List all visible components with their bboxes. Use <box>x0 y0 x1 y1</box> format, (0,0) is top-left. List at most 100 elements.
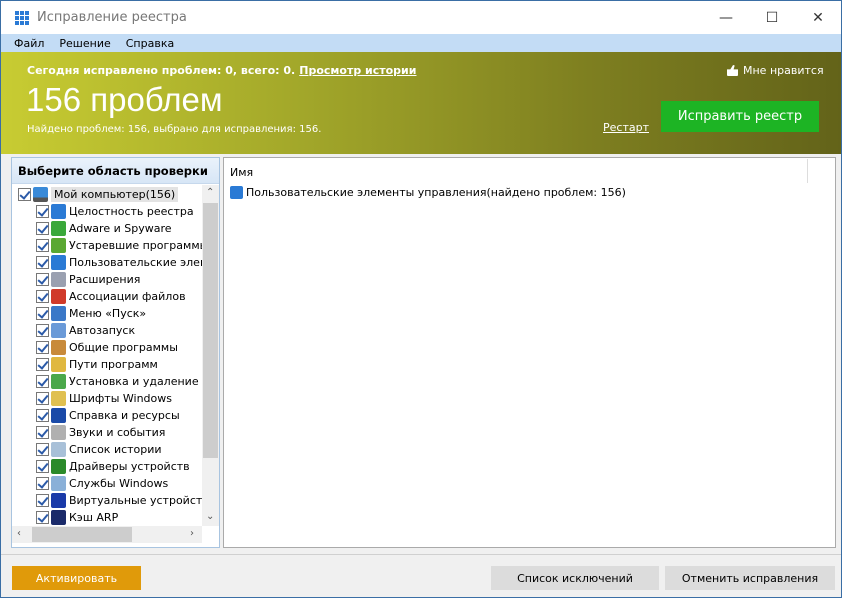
letter-a-icon <box>51 289 66 304</box>
document-icon <box>51 272 66 287</box>
restart-link[interactable]: Рестарт <box>603 121 649 134</box>
checkbox[interactable] <box>36 324 49 337</box>
like-button[interactable]: Мне нравится <box>727 64 824 77</box>
problem-summary: Найдено проблем: 156, выбрано для исправ… <box>27 124 322 135</box>
tree-item[interactable]: Расширения <box>36 271 140 288</box>
scan-area-panel: Выберите область проверки Мой компьютер(… <box>11 157 220 548</box>
help-icon <box>51 408 66 423</box>
tree-item-label: Шрифты Windows <box>69 392 172 405</box>
trash-icon <box>51 238 66 253</box>
tree-item[interactable]: Устаревшие программы <box>36 237 202 254</box>
start-menu-icon <box>51 306 66 321</box>
tree-item-label: Пользовательские элементы управления <box>69 256 202 269</box>
minimize-button[interactable]: — <box>703 1 749 34</box>
tree-item[interactable]: Службы Windows <box>36 475 168 492</box>
tree-item-label: Меню «Пуск» <box>69 307 147 320</box>
history-link[interactable]: Просмотр истории <box>299 64 416 77</box>
tree-item[interactable]: Автозапуск <box>36 322 135 339</box>
tree-item[interactable]: Меню «Пуск» <box>36 305 146 322</box>
tree-item-label: Драйверы устройств <box>69 460 190 473</box>
activate-button[interactable]: Активировать <box>12 566 141 590</box>
vertical-scrollbar[interactable]: ⌃ ⌄ <box>202 185 219 526</box>
checkbox[interactable] <box>36 443 49 456</box>
tree-item[interactable]: Ассоциации файлов <box>36 288 186 305</box>
menu-help[interactable]: Справка <box>126 37 174 50</box>
tree-item[interactable]: Справка и ресурсы <box>36 407 180 424</box>
column-divider[interactable] <box>807 159 808 183</box>
history-icon <box>51 442 66 457</box>
scroll-thumb[interactable] <box>203 203 218 458</box>
checkbox[interactable] <box>36 358 49 371</box>
checkbox[interactable] <box>36 273 49 286</box>
recycle-icon <box>51 374 66 389</box>
result-item-label: Пользовательские элементы управления(най… <box>246 186 626 199</box>
tree-item[interactable]: Установка и удаление программ <box>36 373 202 390</box>
tree-item-label: Adware и Spyware <box>69 222 172 235</box>
exclusions-button[interactable]: Список исключений <box>491 566 659 590</box>
checkbox[interactable] <box>18 188 31 201</box>
tree-item[interactable]: Звуки и события <box>36 424 165 441</box>
problem-count: 156 проблем <box>26 81 223 118</box>
undo-fixes-button[interactable]: Отменить исправления <box>665 566 835 590</box>
driver-icon <box>51 459 66 474</box>
tree-root[interactable]: Мой компьютер(156) <box>18 186 179 203</box>
tree-item-label: Службы Windows <box>69 477 169 490</box>
checkbox[interactable] <box>36 460 49 473</box>
controls-icon <box>51 255 66 270</box>
column-header-name[interactable]: Имя <box>230 166 253 179</box>
fonts-folder-icon <box>51 391 66 406</box>
controls-icon <box>230 186 243 199</box>
shield-icon <box>51 221 66 236</box>
checkbox[interactable] <box>36 426 49 439</box>
tree-item[interactable]: Виртуальные устройства <box>36 492 202 509</box>
checkbox[interactable] <box>36 341 49 354</box>
checkbox[interactable] <box>36 205 49 218</box>
autorun-icon <box>51 323 66 338</box>
fix-registry-button[interactable]: Исправить реестр <box>661 101 819 132</box>
tree-item[interactable]: Драйверы устройств <box>36 458 190 475</box>
tree-item-label: Расширения <box>69 273 141 286</box>
tree-item[interactable]: Пути программ <box>36 356 158 373</box>
checkbox[interactable] <box>36 239 49 252</box>
tree-item[interactable]: Общие программы <box>36 339 178 356</box>
today-stats: Сегодня исправлено проблем: 0, всего: 0.… <box>27 64 416 77</box>
tree-item-label: Звуки и события <box>69 426 166 439</box>
checkbox[interactable] <box>36 307 49 320</box>
scroll-thumb[interactable] <box>32 527 132 542</box>
menu-file[interactable]: Файл <box>14 37 44 50</box>
registry-icon <box>51 204 66 219</box>
tree-item-label: Ассоциации файлов <box>69 290 186 303</box>
tree-item[interactable]: Кэш ARP <box>36 509 118 525</box>
checkbox[interactable] <box>36 222 49 235</box>
app-icon <box>15 10 29 25</box>
checkbox[interactable] <box>36 494 49 507</box>
checkbox[interactable] <box>36 290 49 303</box>
checkbox[interactable] <box>36 375 49 388</box>
menu-bar: Файл Решение Справка <box>1 34 841 52</box>
title-bar: Исправление реестра — ☐ ✕ <box>1 1 841 34</box>
tree-item[interactable]: Adware и Spyware <box>36 220 172 237</box>
close-button[interactable]: ✕ <box>795 1 841 34</box>
computer-icon <box>33 187 48 202</box>
tree-item[interactable]: Пользовательские элементы управления <box>36 254 202 271</box>
services-icon <box>51 476 66 491</box>
checkbox[interactable] <box>36 511 49 524</box>
tree-item-label: Список истории <box>69 443 162 456</box>
tree-item[interactable]: Список истории <box>36 441 162 458</box>
status-banner: Сегодня исправлено проблем: 0, всего: 0.… <box>1 52 841 154</box>
tree-item-label: Устаревшие программы <box>69 239 202 252</box>
result-item[interactable]: Пользовательские элементы управления(най… <box>230 186 626 199</box>
tree-item[interactable]: Целостность реестра <box>36 203 194 220</box>
tree-item-label: Общие программы <box>69 341 178 354</box>
checkbox[interactable] <box>36 256 49 269</box>
maximize-button[interactable]: ☐ <box>749 1 795 34</box>
horizontal-scrollbar[interactable]: ‹ › <box>12 526 202 543</box>
checkbox[interactable] <box>36 409 49 422</box>
tree-item[interactable]: Шрифты Windows <box>36 390 172 407</box>
footprints-icon <box>51 510 66 525</box>
menu-solution[interactable]: Решение <box>59 37 110 50</box>
virtual-device-icon <box>51 493 66 508</box>
checkbox[interactable] <box>36 392 49 405</box>
checkbox[interactable] <box>36 477 49 490</box>
tree-item-label: Виртуальные устройства <box>69 494 202 507</box>
